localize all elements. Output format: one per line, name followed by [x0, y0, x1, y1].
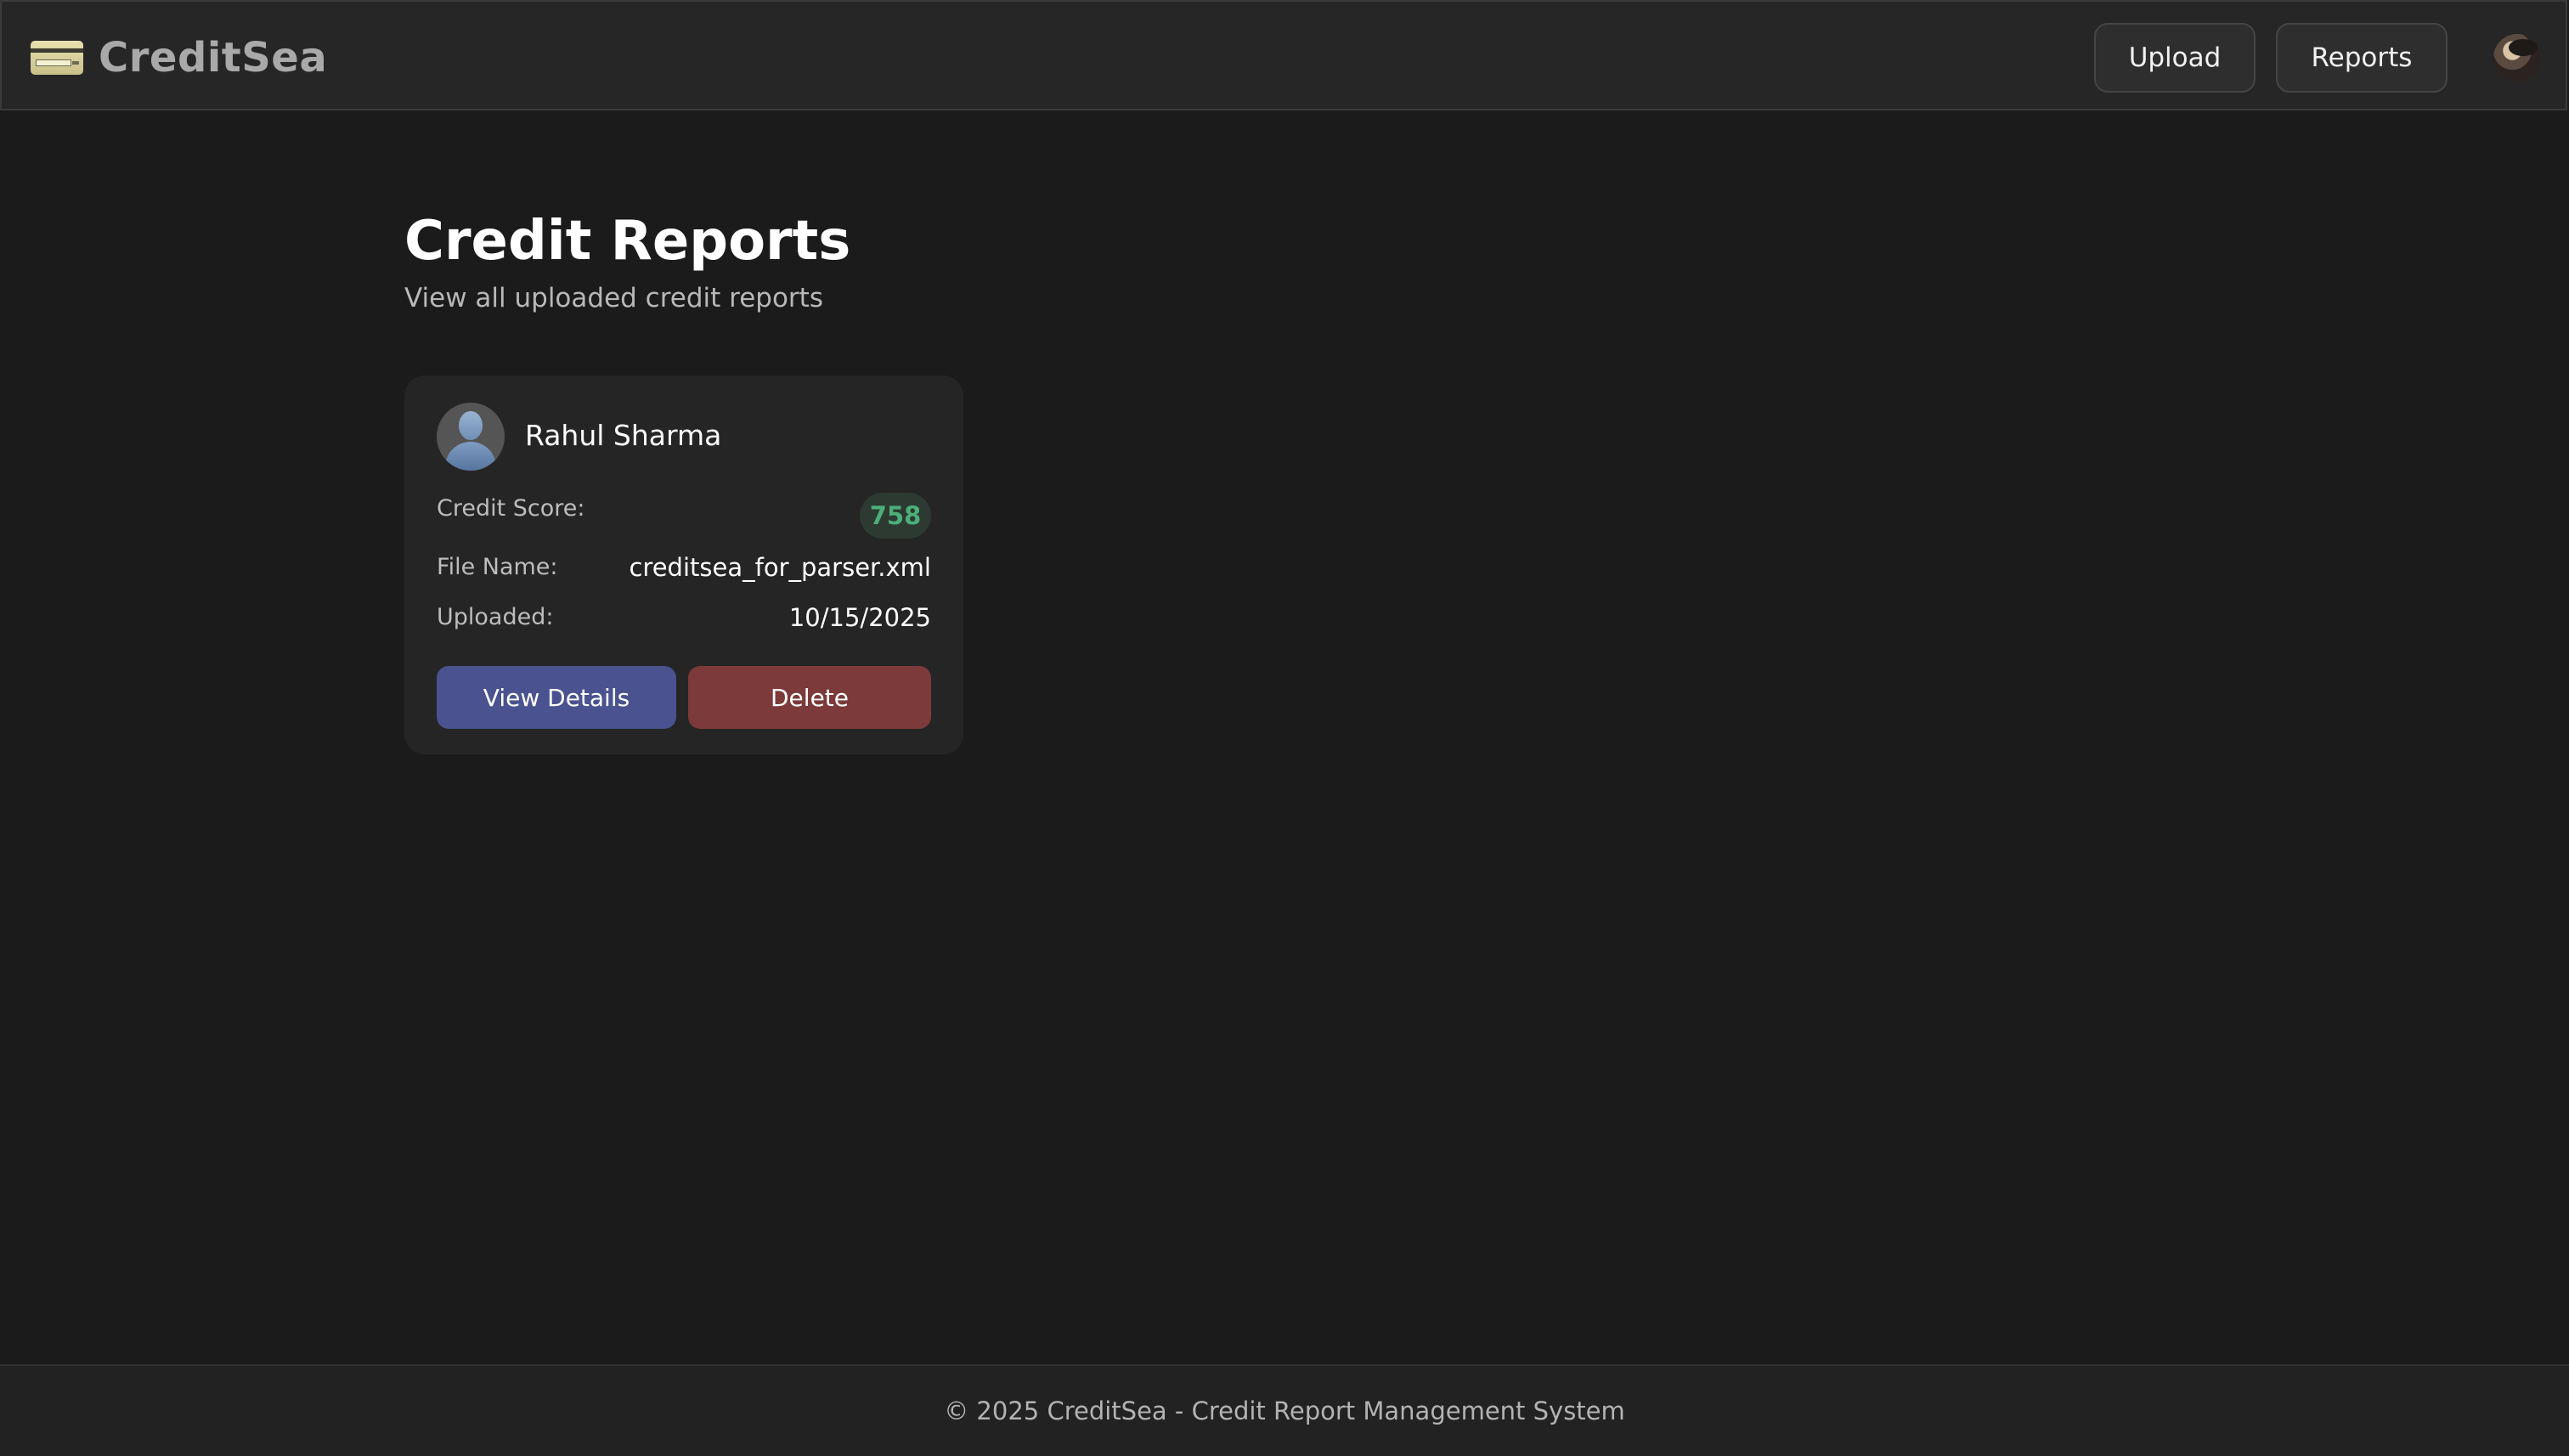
file-name-value: creditsea_for_parser.xml	[629, 553, 931, 582]
brand-name: CreditSea	[99, 34, 328, 82]
uploaded-date-value: 10/15/2025	[788, 603, 931, 632]
file-name-label: File Name:	[437, 554, 558, 580]
uploaded-label: Uploaded:	[437, 604, 554, 630]
page-title: Credit Reports	[404, 210, 851, 273]
brand-logo[interactable]: CreditSea	[31, 34, 327, 82]
footer-copyright: © 2025 CreditSea - Credit Report Managem…	[944, 1397, 1625, 1425]
upload-nav-button[interactable]: Upload	[2094, 23, 2256, 93]
top-navigation-bar: CreditSea Upload Reports	[0, 0, 2567, 110]
user-avatar[interactable]	[2493, 34, 2541, 82]
page-footer: © 2025 CreditSea - Credit Report Managem…	[0, 1364, 2569, 1456]
person-silhouette-icon	[437, 403, 505, 471]
credit-score-label: Credit Score:	[437, 495, 585, 522]
report-person-name: Rahul Sharma	[525, 419, 722, 452]
view-details-button[interactable]: View Details	[437, 666, 676, 729]
delete-button[interactable]: Delete	[688, 666, 931, 729]
credit-score-badge: 758	[860, 493, 931, 539]
credit-card-icon	[31, 41, 83, 75]
report-card: Rahul Sharma Credit Score: 758 File Name…	[404, 375, 963, 754]
reports-nav-button[interactable]: Reports	[2276, 23, 2448, 93]
page-subtitle: View all uploaded credit reports	[404, 283, 823, 313]
